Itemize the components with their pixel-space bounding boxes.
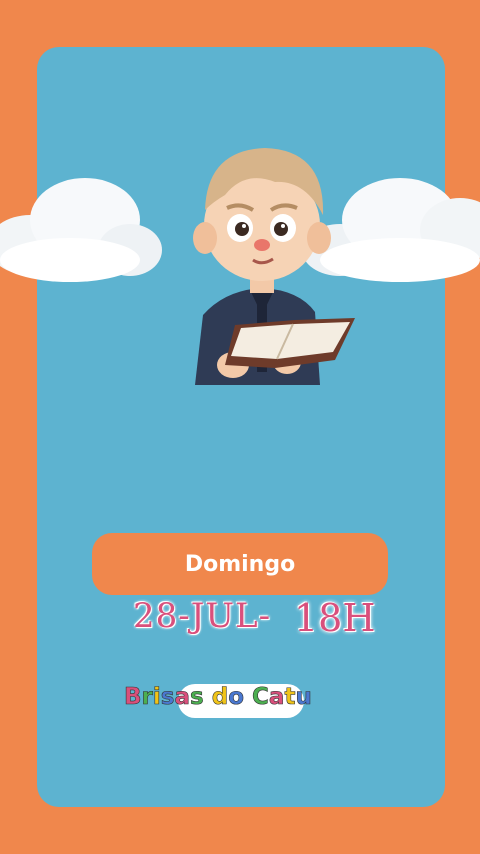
brand-name: Brisas do Catu	[124, 684, 312, 711]
cloud-left-illustration	[0, 178, 162, 282]
event-time: 18H	[294, 596, 376, 640]
event-date: 28-JUL-	[133, 596, 272, 636]
boy-reading-book-illustration	[193, 148, 355, 385]
day-badge: Domingo	[92, 533, 388, 595]
day-label: Domingo	[184, 551, 296, 577]
